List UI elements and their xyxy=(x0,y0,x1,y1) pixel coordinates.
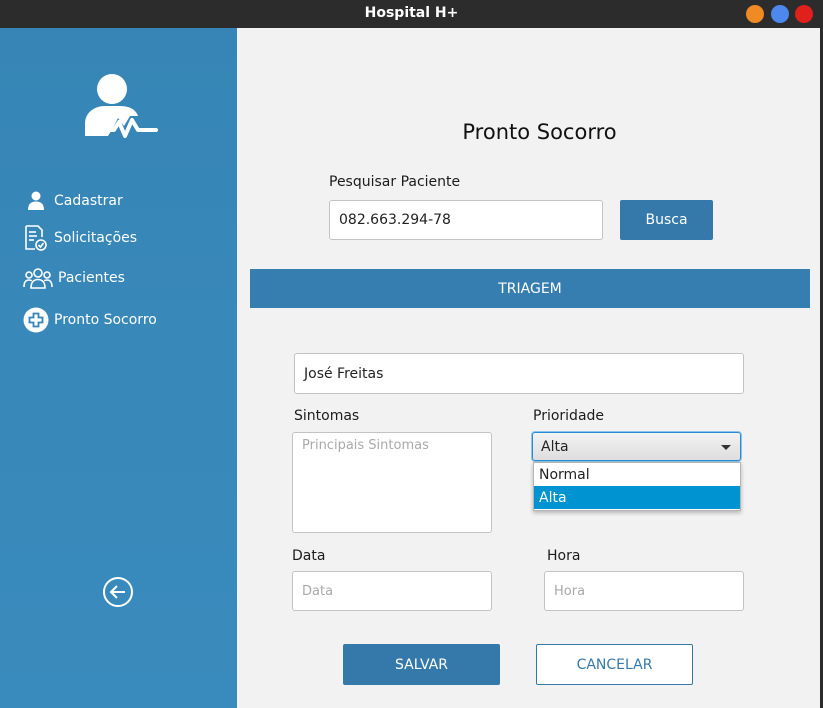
sidebar-item-pacientes[interactable]: Pacientes xyxy=(22,264,125,292)
maximize-button[interactable] xyxy=(771,5,789,23)
priority-option-alta[interactable]: Alta xyxy=(534,486,740,509)
sidebar-item-pronto-socorro[interactable]: Pronto Socorro xyxy=(22,306,157,334)
chevron-down-icon xyxy=(721,445,731,450)
priority-option-normal[interactable]: Normal xyxy=(534,463,740,486)
users-icon xyxy=(22,264,54,292)
sidebar-item-label: Pacientes xyxy=(58,270,125,286)
window-titlebar: Hospital H+ xyxy=(0,0,823,28)
symptoms-textarea[interactable]: Principais Sintomas xyxy=(292,432,492,533)
sidebar-item-label: Cadastrar xyxy=(54,193,123,209)
minimize-button[interactable] xyxy=(746,5,764,23)
sidebar-item-solicitacoes[interactable]: Solicitações xyxy=(22,224,137,252)
close-button[interactable] xyxy=(795,5,813,23)
priority-dropdown: Normal Alta xyxy=(533,462,741,511)
priority-selected-value: Alta xyxy=(541,438,569,455)
window-title: Hospital H+ xyxy=(364,5,459,21)
sidebar-item-label: Solicitações xyxy=(54,230,138,246)
doctor-heartbeat-icon xyxy=(85,74,158,138)
save-button[interactable]: SALVAR xyxy=(343,644,500,685)
page-title: Pronto Socorro xyxy=(462,120,617,144)
priority-select[interactable]: Alta xyxy=(532,432,741,461)
plus-circle-icon xyxy=(22,306,50,334)
search-button[interactable]: Busca xyxy=(620,200,713,240)
triagem-header: TRIAGEM xyxy=(250,269,810,308)
date-label: Data xyxy=(292,548,326,564)
arrow-left-circle-icon[interactable] xyxy=(102,576,134,608)
search-label: Pesquisar Paciente xyxy=(329,174,461,190)
search-input[interactable]: 082.663.294-78 xyxy=(329,200,603,240)
date-field[interactable]: Data xyxy=(292,571,492,611)
time-label: Hora xyxy=(547,548,581,564)
time-field[interactable]: Hora xyxy=(544,571,744,611)
main-panel: Pronto Socorro Pesquisar Paciente 082.66… xyxy=(237,28,820,708)
priority-label: Prioridade xyxy=(533,408,605,424)
clipboard-check-icon xyxy=(22,224,50,252)
sidebar-item-label: Pronto Socorro xyxy=(54,312,157,328)
cancel-button[interactable]: CANCELAR xyxy=(536,644,693,685)
patient-name-field[interactable]: José Freitas xyxy=(294,353,744,394)
user-icon xyxy=(22,187,50,215)
sidebar: Cadastrar Solicitações Pacientes Pronto … xyxy=(0,28,237,708)
symptoms-label: Sintomas xyxy=(294,408,360,424)
sidebar-item-cadastrar[interactable]: Cadastrar xyxy=(22,187,123,215)
